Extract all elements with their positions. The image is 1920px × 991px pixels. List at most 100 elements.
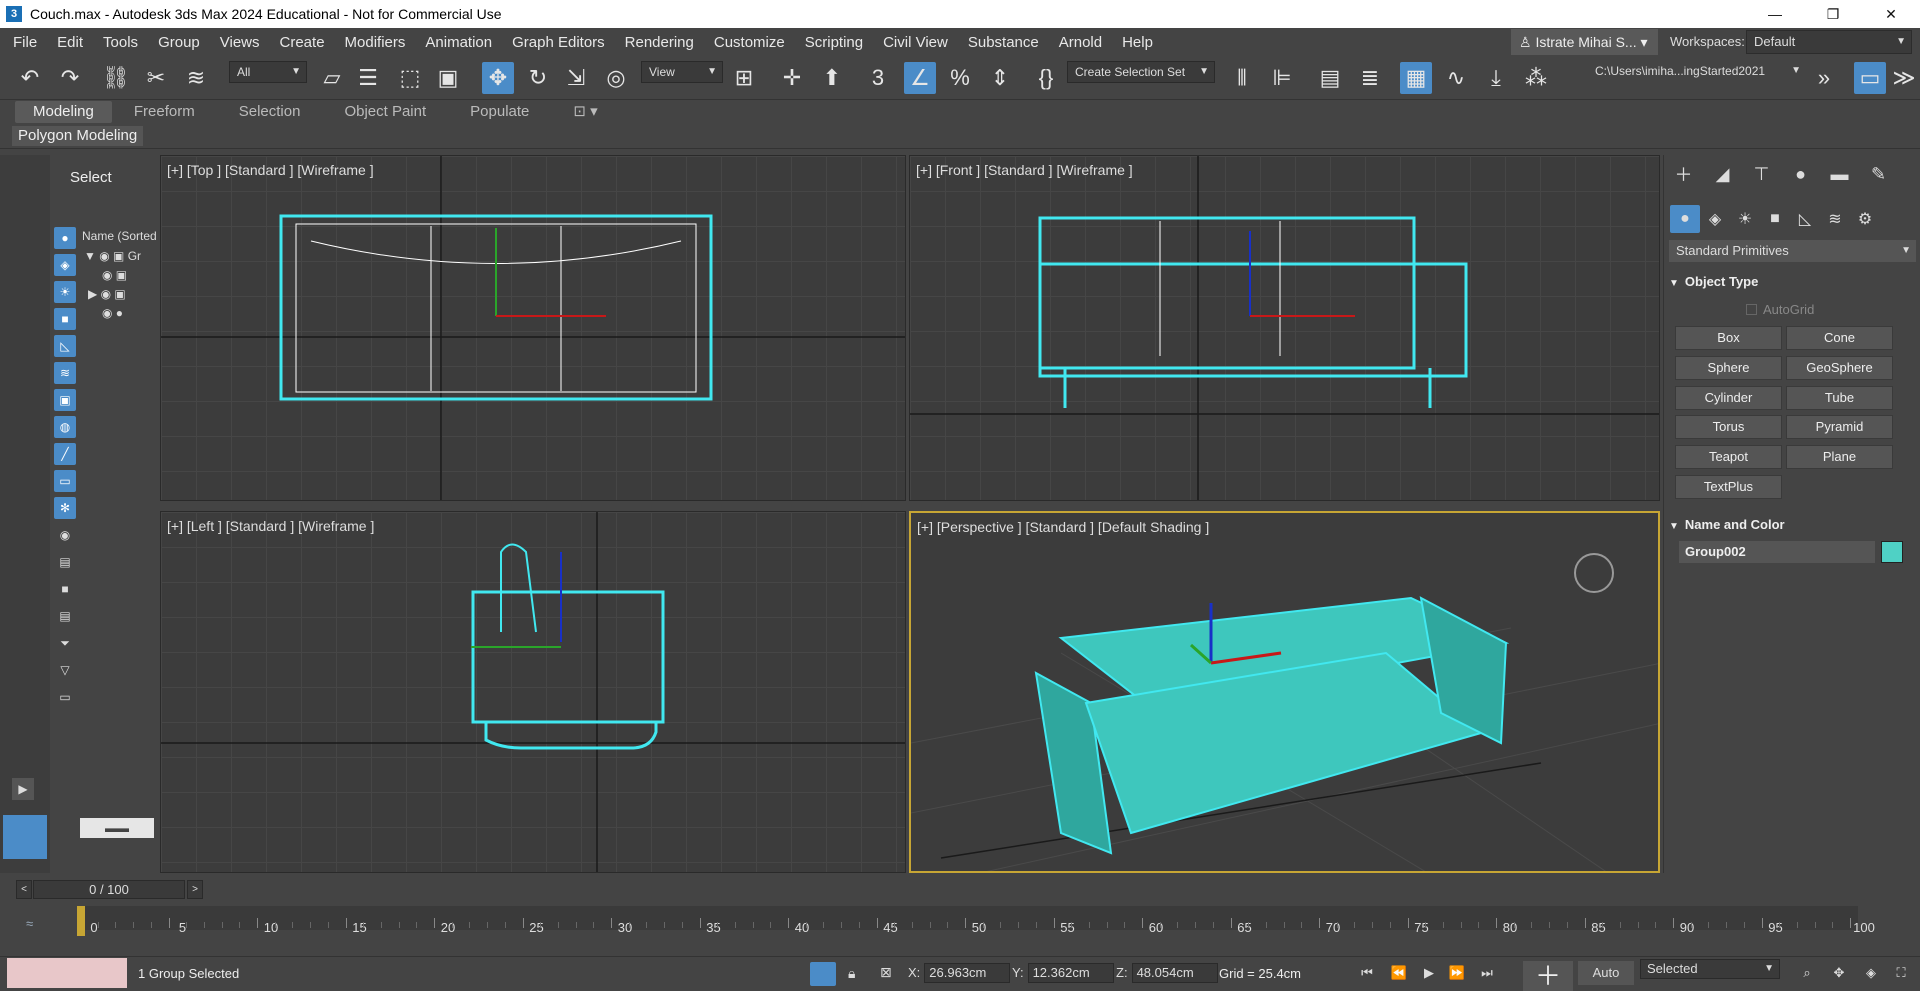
eye-icon[interactable]: ◉ ● (102, 306, 123, 320)
helpers-icon[interactable]: ◺ (1790, 205, 1820, 233)
pivot-center-icon[interactable]: ⊞ (728, 62, 760, 94)
menu-customize[interactable]: Customize (704, 34, 795, 51)
edit-named-selection-icon[interactable]: {} (1030, 62, 1062, 94)
cameras-filter-icon[interactable]: ■ (54, 308, 76, 330)
funnel-icon[interactable]: ▽ (54, 659, 76, 681)
go-to-start-icon[interactable]: ⏮ (1356, 961, 1378, 985)
save-icon[interactable]: ▭ (1854, 62, 1886, 94)
viewport-label[interactable]: [+] [Front ] [Standard ] [Wireframe ] (916, 162, 1133, 178)
x-value-field[interactable]: 26.963cm (924, 963, 1011, 983)
menu-civil-view[interactable]: Civil View (873, 34, 958, 51)
bones-filter-icon[interactable]: ╱ (54, 443, 76, 465)
utilities-tab-icon[interactable]: ✎ (1859, 159, 1898, 189)
zoom-icon[interactable]: ⌕ (1796, 961, 1818, 985)
sphere-button[interactable]: Sphere (1675, 356, 1782, 380)
menu-modifiers[interactable]: Modifiers (335, 34, 416, 51)
filter-icon[interactable]: ⏷ (54, 632, 76, 654)
menu-edit[interactable]: Edit (47, 34, 93, 51)
keyboard-shortcut-icon[interactable]: ⬆ (816, 62, 848, 94)
menu-graph-editors[interactable]: Graph Editors (502, 34, 615, 51)
maxscript-listener[interactable] (7, 958, 127, 988)
toggle-ribbon-icon[interactable]: ▦ (1400, 62, 1432, 94)
object-name-field[interactable]: Group002 (1679, 541, 1875, 563)
lights-icon[interactable]: ☀ (1730, 205, 1760, 233)
angle-snap-icon[interactable]: ∠ (904, 62, 936, 94)
geosphere-button[interactable]: GeoSphere (1786, 356, 1893, 380)
reference-coordinate-dropdown[interactable]: View ▼ (641, 61, 723, 83)
viewport-front[interactable]: [+] [Front ] [Standard ] [Wireframe ] (909, 155, 1660, 501)
rect-selection-icon[interactable]: ⬚ (394, 62, 426, 94)
viewport-layout-icon[interactable] (3, 815, 47, 859)
motion-tab-icon[interactable]: ● (1781, 159, 1820, 189)
next-frame-icon[interactable]: ⏩ (1446, 961, 1468, 985)
tube-button[interactable]: Tube (1786, 386, 1893, 410)
autogrid-checkbox[interactable]: AutoGrid (1746, 302, 1814, 317)
viewcube[interactable] (1574, 553, 1614, 593)
modify-tab-icon[interactable]: ◢ (1703, 159, 1742, 189)
material-editor-icon[interactable]: ⁂ (1520, 62, 1552, 94)
auto-key-button[interactable]: Auto (1578, 961, 1634, 985)
menu-scripting[interactable]: Scripting (795, 34, 873, 51)
y-value-field[interactable]: 12.362cm (1027, 963, 1114, 983)
spacewarps-filter-icon[interactable]: ≋ (54, 362, 76, 384)
restore-button[interactable]: ❐ (1804, 0, 1862, 28)
eye-icon[interactable]: ◉ (54, 524, 76, 546)
manipulate-icon[interactable]: ✛ (776, 62, 808, 94)
tree-row[interactable]: ▶ ◉ ▣ (88, 287, 162, 307)
select-by-name-icon[interactable]: ☰ (352, 62, 384, 94)
absolute-mode-icon[interactable]: ⊠ (880, 964, 892, 981)
cone-button[interactable]: Cone (1786, 326, 1893, 350)
display-tab-icon[interactable]: ▬ (1820, 159, 1859, 189)
lights-filter-icon[interactable]: ☀ (54, 281, 76, 303)
bind-spacewarp-icon[interactable]: ≋ (180, 62, 212, 94)
selection-filter-dropdown[interactable]: All ▼ (229, 61, 307, 83)
create-selection-set-dropdown[interactable]: Create Selection Set ▼ (1067, 61, 1215, 83)
time-slider[interactable]: 0 / 100 (33, 880, 185, 899)
geometry-filter-icon[interactable]: ● (54, 227, 76, 249)
layer-explorer-icon[interactable]: ≣ (1354, 62, 1386, 94)
containers-filter-icon[interactable]: ▭ (54, 470, 76, 492)
more-icon[interactable]: ≫ (1888, 62, 1920, 94)
move-icon[interactable]: ✥ (482, 62, 514, 94)
menu-tools[interactable]: Tools (93, 34, 148, 51)
frozen-filter-icon[interactable]: ✻ (54, 497, 76, 519)
menu-views[interactable]: Views (210, 34, 270, 51)
shapes-icon[interactable]: ◈ (1700, 205, 1730, 233)
expand-arrow-icon[interactable]: ▶ ◉ ▣ (88, 287, 126, 301)
explorer-selector[interactable]: ▬▬ (80, 818, 154, 838)
cameras-icon[interactable]: ■ (1760, 205, 1790, 233)
schematic-view-icon[interactable]: ⤓ (1480, 62, 1512, 94)
time-cursor[interactable] (77, 906, 85, 936)
viewport-label[interactable]: [+] [Left ] [Standard ] [Wireframe ] (167, 518, 374, 534)
menu-rendering[interactable]: Rendering (615, 34, 704, 51)
spinner-snap-icon[interactable]: ⇕ (984, 62, 1016, 94)
xrefs-filter-icon[interactable]: ◍ (54, 416, 76, 438)
tree-row-group[interactable]: ▼ ◉ ▣ Gr (84, 249, 158, 269)
viewport-label[interactable]: [+] [Top ] [Standard ] [Wireframe ] (167, 162, 374, 178)
viewport-perspective[interactable]: [+] [Perspective ] [Standard ] [Default … (909, 511, 1660, 873)
eye-icon[interactable]: ◉ ▣ (102, 268, 127, 282)
undo-icon[interactable]: ↶ (14, 62, 46, 94)
name-and-color-rollout[interactable]: ▼ Name and Color (1669, 517, 1916, 532)
shapes-filter-icon[interactable]: ◈ (54, 254, 76, 276)
link-icon[interactable]: ⛓ (100, 62, 132, 94)
isolate-selection-icon[interactable] (810, 962, 836, 986)
tab-modeling[interactable]: Modeling (15, 101, 112, 123)
snaps-toggle-icon[interactable]: 3 (862, 62, 894, 94)
panel-icon[interactable]: ▭ (54, 686, 76, 708)
lock-icon[interactable]: 🔒︎ (848, 965, 855, 982)
unlink-icon[interactable]: ✂ (140, 62, 172, 94)
scene-explorer-icon[interactable]: ▤ (1314, 62, 1346, 94)
ribbon-options-icon[interactable]: ⊡ ▾ (551, 101, 619, 123)
menu-animation[interactable]: Animation (415, 34, 502, 51)
expand-icon[interactable]: ▶ (12, 778, 34, 800)
add-key-button[interactable]: ＋ (1523, 961, 1573, 991)
plane-button[interactable]: Plane (1786, 445, 1893, 469)
rotate-icon[interactable]: ↻ (522, 62, 554, 94)
viewport-left[interactable]: [+] [Left ] [Standard ] [Wireframe ] (160, 511, 906, 873)
window-crossing-icon[interactable]: ▣ (432, 62, 464, 94)
minimize-button[interactable]: — (1746, 0, 1804, 28)
viewport-label[interactable]: [+] [Perspective ] [Standard ] [Default … (917, 519, 1209, 535)
curve-editor-mini-icon[interactable]: ≈ (26, 916, 33, 931)
project-path-dropdown[interactable]: C:\Users\imiha...ingStarted2021 ▼ (1588, 61, 1806, 83)
